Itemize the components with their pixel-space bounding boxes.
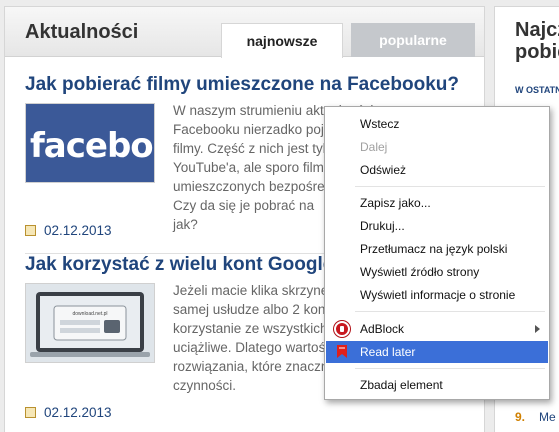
sidebar-title-line: pobie: [515, 41, 559, 63]
menu-separator: [355, 368, 545, 369]
sidebar-item-number: 9.: [515, 410, 526, 424]
menu-item-read-later[interactable]: Read later: [326, 341, 548, 363]
article-thumbnail[interactable]: download.net.pl: [25, 283, 155, 363]
menu-item-view-source[interactable]: Wyświetl źródło strony: [326, 261, 548, 283]
menu-item-reload[interactable]: Odśwież: [326, 159, 548, 181]
sidebar-item-link[interactable]: Me: [539, 410, 556, 424]
laptop-image: download.net.pl: [30, 292, 150, 357]
news-header: Aktualności najnowsze popularne: [5, 7, 484, 58]
sidebar-title: Najcz pobie: [515, 19, 559, 63]
menu-item-print[interactable]: Drukuj...: [326, 215, 548, 237]
adblock-icon: [334, 321, 350, 337]
menu-item-page-info[interactable]: Wyświetl informacje o stronie: [326, 284, 548, 306]
article-date: 02.12.2013: [25, 405, 112, 420]
menu-item-translate[interactable]: Przetłumacz na język polski: [326, 238, 548, 260]
sidebar-subtitle: W OSTATNI: [515, 85, 559, 95]
article-date: 02.12.2013: [25, 223, 112, 238]
menu-item-adblock[interactable]: AdBlock: [326, 318, 548, 340]
menu-item-back[interactable]: Wstecz: [326, 113, 548, 135]
read-later-icon: [337, 345, 347, 358]
thumb-caption: download.net.pl: [72, 311, 107, 317]
tab-newest[interactable]: najnowsze: [221, 23, 343, 58]
news-title: Aktualności: [25, 21, 139, 43]
tab-popular[interactable]: popularne: [351, 23, 475, 57]
article-title[interactable]: Jak pobierać filmy umieszczone na Facebo…: [25, 74, 459, 96]
menu-separator: [355, 186, 545, 187]
menu-item-forward[interactable]: Dalej: [326, 136, 548, 158]
calendar-icon: [25, 407, 36, 418]
context-menu: Wstecz Dalej Odśwież Zapisz jako... Druk…: [324, 106, 550, 400]
menu-separator: [355, 311, 545, 312]
date-text: 02.12.2013: [44, 223, 112, 238]
menu-item-label: AdBlock: [360, 322, 405, 336]
menu-item-save-as[interactable]: Zapisz jako...: [326, 192, 548, 214]
submenu-arrow-icon: [535, 325, 540, 333]
article-thumbnail[interactable]: facebook: [25, 103, 155, 183]
calendar-icon: [25, 225, 36, 236]
sidebar-title-line: Najcz: [515, 19, 559, 41]
menu-item-inspect[interactable]: Zbadaj element: [326, 374, 548, 396]
date-text: 02.12.2013: [44, 405, 112, 420]
menu-item-label: Read later: [360, 345, 416, 359]
article-title[interactable]: Jak korzystać z wielu kont Google j: [25, 254, 344, 276]
facebook-logo: facebook: [30, 126, 154, 166]
